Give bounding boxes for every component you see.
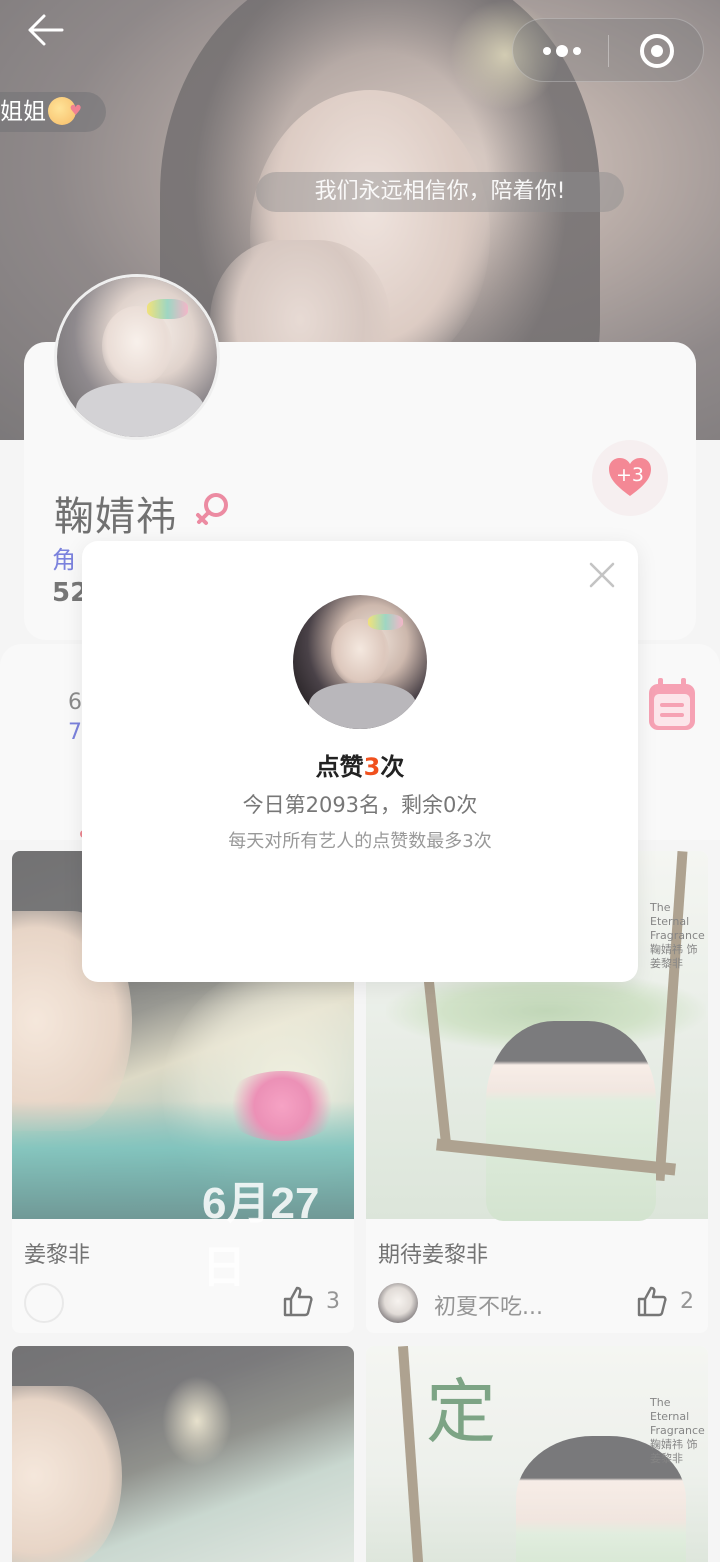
close-icon[interactable]	[584, 557, 620, 593]
limit-note: 每天对所有艺人的点赞数最多3次	[228, 831, 492, 852]
rank-text: 今日第2093名，剩余0次	[242, 793, 478, 817]
like-result-dialog: 点赞3次 今日第2093名，剩余0次 每天对所有艺人的点赞数最多3次	[82, 541, 638, 982]
star-avatar	[293, 595, 427, 729]
like-count-title: 点赞3次	[315, 753, 405, 781]
